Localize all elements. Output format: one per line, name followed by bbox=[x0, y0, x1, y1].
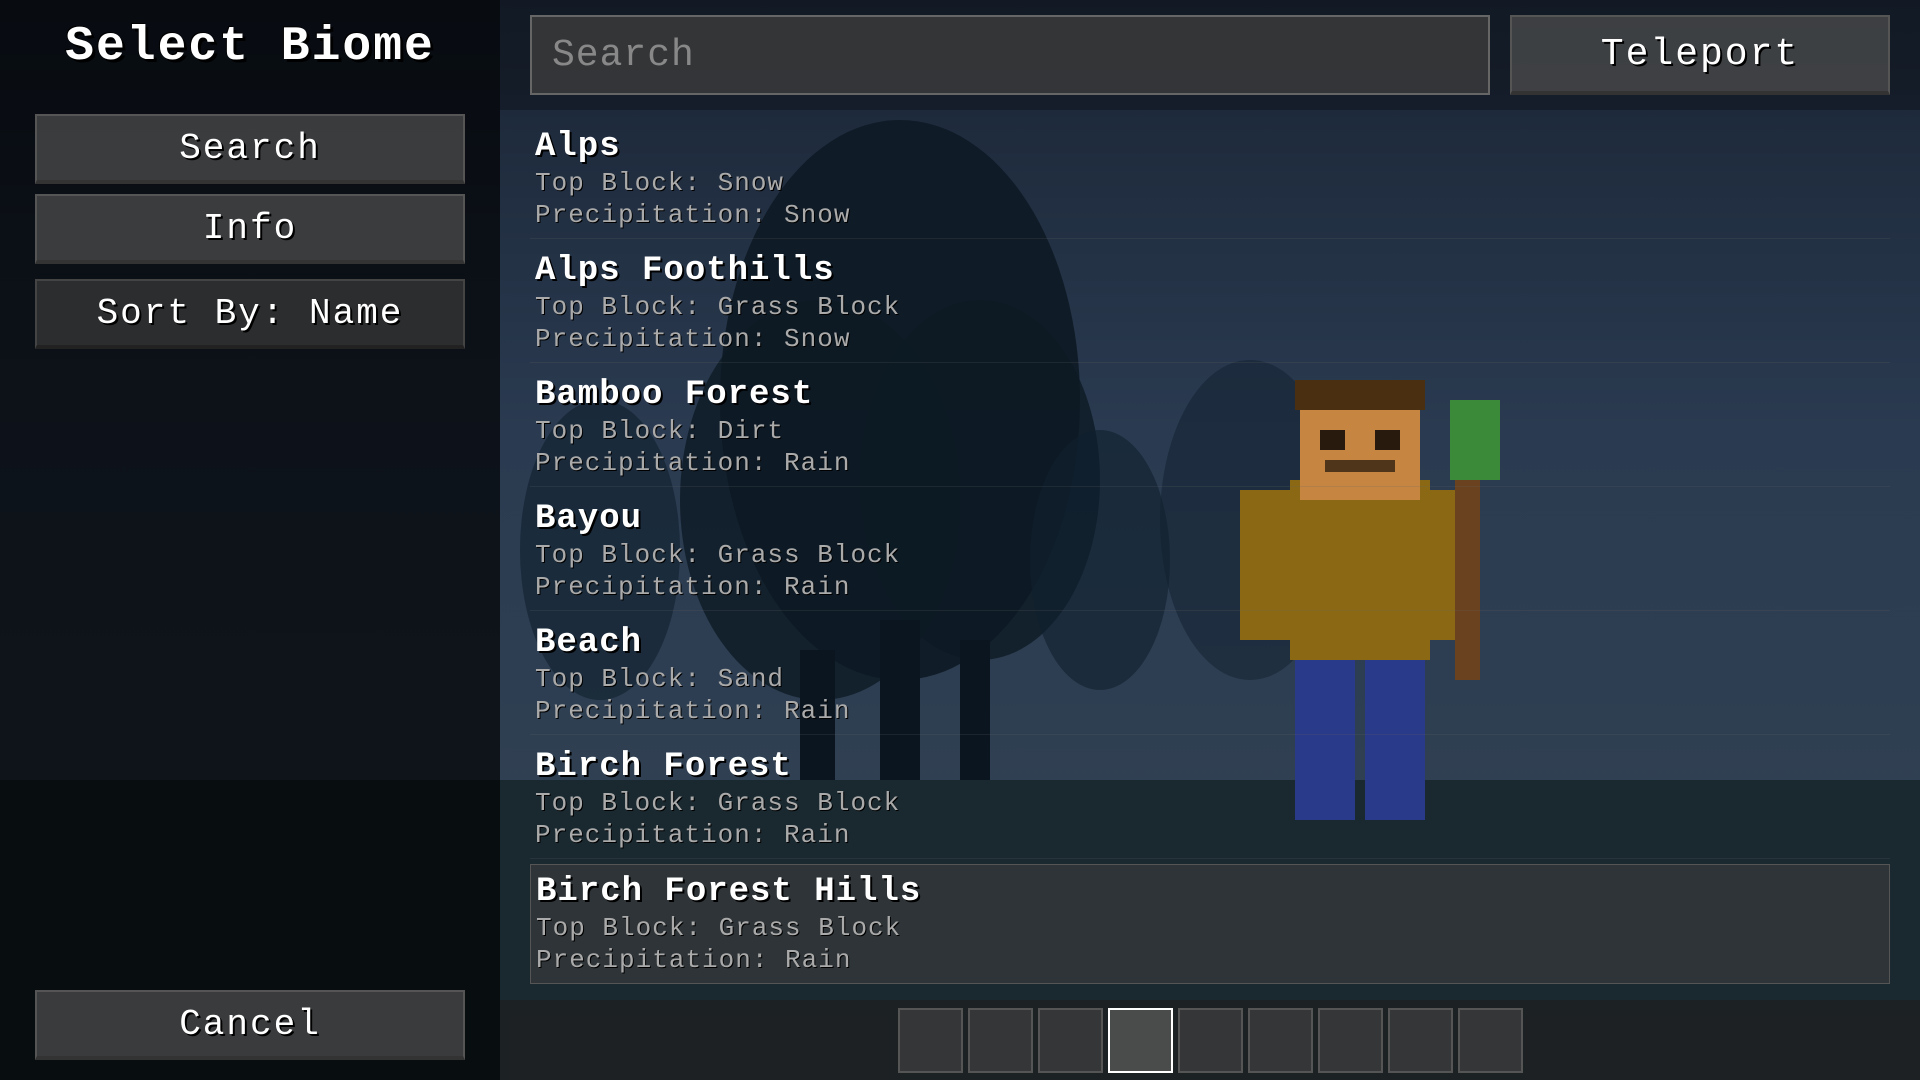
biome-name: Beach bbox=[535, 624, 1885, 662]
biome-top-block: Top Block: Dirt bbox=[535, 416, 1885, 446]
biome-top-block: Top Block: Grass Block bbox=[535, 540, 1885, 570]
inv-slot-4[interactable] bbox=[1108, 1008, 1173, 1073]
inv-slot-1[interactable] bbox=[898, 1008, 963, 1073]
biome-top-block: Top Block: Snow bbox=[535, 168, 1885, 198]
left-panel: Select Biome Search Info Sort By: Name C… bbox=[0, 0, 500, 1080]
biome-item[interactable]: Birch ForestTop Block: Grass BlockPrecip… bbox=[530, 740, 1890, 859]
biome-name: Birch Forest bbox=[535, 748, 1885, 786]
biome-top-block: Top Block: Grass Block bbox=[535, 292, 1885, 322]
inv-slot-9[interactable] bbox=[1458, 1008, 1523, 1073]
biome-name: Alps Foothills bbox=[535, 252, 1885, 290]
inv-slot-7[interactable] bbox=[1318, 1008, 1383, 1073]
biome-precipitation: Precipitation: Snow bbox=[535, 200, 1885, 230]
biome-item[interactable]: Birch Forest HillsTop Block: Grass Block… bbox=[530, 864, 1890, 984]
inv-slot-5[interactable] bbox=[1178, 1008, 1243, 1073]
top-bar: Teleport bbox=[500, 0, 1920, 110]
biome-item[interactable]: Alps FoothillsTop Block: Grass BlockPrec… bbox=[530, 244, 1890, 363]
search-button[interactable]: Search bbox=[35, 114, 465, 184]
biome-precipitation: Precipitation: Rain bbox=[535, 820, 1885, 850]
biome-precipitation: Precipitation: Snow bbox=[535, 324, 1885, 354]
biome-name: Alps bbox=[535, 128, 1885, 166]
biome-top-block: Top Block: Grass Block bbox=[535, 788, 1885, 818]
biome-precipitation: Precipitation: Rain bbox=[536, 945, 1884, 975]
biome-name: Bamboo Forest bbox=[535, 376, 1885, 414]
main-area: Teleport AlpsTop Block: SnowPrecipitatio… bbox=[500, 0, 1920, 1080]
teleport-button[interactable]: Teleport bbox=[1510, 15, 1890, 95]
biome-list: AlpsTop Block: SnowPrecipitation: SnowAl… bbox=[500, 110, 1920, 1080]
biome-item[interactable]: Bamboo ForestTop Block: DirtPrecipitatio… bbox=[530, 368, 1890, 487]
biome-name: Birch Forest Hills bbox=[536, 873, 1884, 911]
page-title: Select Biome bbox=[65, 20, 435, 74]
biome-precipitation: Precipitation: Rain bbox=[535, 572, 1885, 602]
search-input[interactable] bbox=[530, 15, 1490, 95]
inventory-bar bbox=[500, 1000, 1920, 1080]
inv-slot-8[interactable] bbox=[1388, 1008, 1453, 1073]
biome-item[interactable]: BayouTop Block: Grass BlockPrecipitation… bbox=[530, 492, 1890, 611]
sort-button[interactable]: Sort By: Name bbox=[35, 279, 465, 349]
biome-name: Bayou bbox=[535, 500, 1885, 538]
biome-item[interactable]: AlpsTop Block: SnowPrecipitation: Snow bbox=[530, 120, 1890, 239]
biome-item[interactable]: BeachTop Block: SandPrecipitation: Rain bbox=[530, 616, 1890, 735]
biome-precipitation: Precipitation: Rain bbox=[535, 696, 1885, 726]
biome-precipitation: Precipitation: Rain bbox=[535, 448, 1885, 478]
info-button[interactable]: Info bbox=[35, 194, 465, 264]
cancel-button[interactable]: Cancel bbox=[35, 990, 465, 1060]
inv-slot-3[interactable] bbox=[1038, 1008, 1103, 1073]
biome-top-block: Top Block: Grass Block bbox=[536, 913, 1884, 943]
inv-slot-2[interactable] bbox=[968, 1008, 1033, 1073]
inv-slot-6[interactable] bbox=[1248, 1008, 1313, 1073]
biome-top-block: Top Block: Sand bbox=[535, 664, 1885, 694]
